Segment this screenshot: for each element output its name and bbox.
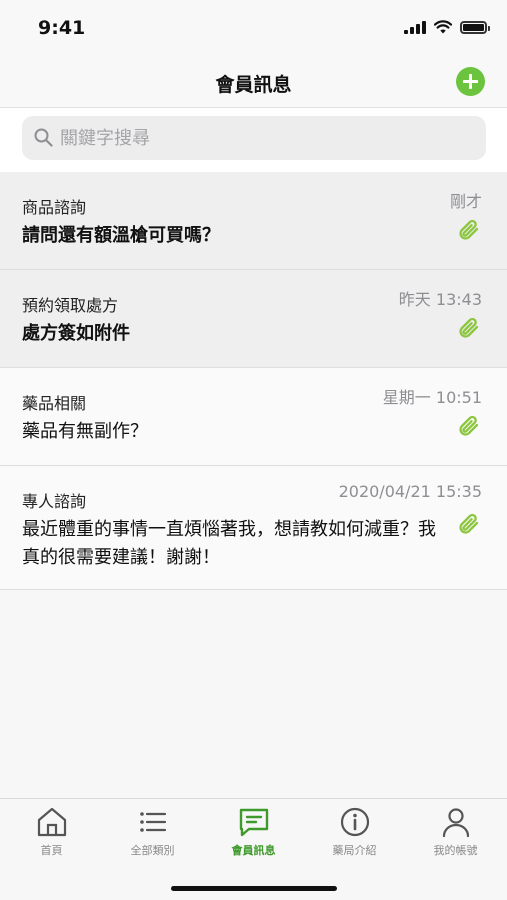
message-time: 昨天 13:43	[398, 290, 482, 309]
message-text: 處方簽如附件	[22, 323, 130, 344]
add-message-button[interactable]	[456, 67, 485, 96]
search-box[interactable]	[22, 116, 486, 160]
tab-label: 全部類別	[130, 844, 175, 857]
search-input[interactable]	[60, 116, 470, 160]
home-icon	[37, 807, 66, 837]
status-time: 9:41	[38, 17, 86, 39]
tab-label: 會員訊息	[231, 844, 276, 857]
account-icon	[442, 808, 469, 838]
message-text: 請問還有額溫槍可買嗎？	[22, 225, 220, 246]
plus-icon	[463, 74, 478, 89]
message-item[interactable]: 藥品相關 星期一 10:51 藥品有無副作？	[0, 368, 507, 466]
tab-categories[interactable]: 全部類別	[102, 805, 203, 858]
message-text: 最近體重的事情一直煩惱著我，想請教如何減重？我真的很需要建議！謝謝！	[22, 519, 436, 568]
search-icon	[34, 128, 53, 147]
nav-bar: 會員訊息	[0, 58, 507, 108]
status-icons	[404, 20, 490, 34]
wifi-icon	[434, 20, 452, 34]
message-category: 商品諮詢	[22, 198, 87, 217]
message-time: 剛才	[449, 192, 482, 211]
page-title: 會員訊息	[215, 74, 292, 96]
tab-home[interactable]: 首頁	[1, 805, 102, 858]
message-category: 專人諮詢	[22, 492, 87, 511]
battery-icon	[460, 20, 490, 34]
tab-bar: 首頁 全部類別 會員訊息 藥局介紹 我的帳號	[0, 798, 507, 900]
info-icon	[340, 807, 369, 837]
message-item[interactable]: 專人諮詢 2020/04/21 15:35 最近體重的事情一直煩惱著我，想請教如…	[0, 466, 507, 590]
message-icon	[239, 808, 268, 837]
status-bar: 9:41	[0, 0, 507, 58]
paperclip-icon	[459, 219, 479, 240]
home-indicator	[171, 886, 337, 891]
tab-label: 我的帳號	[433, 844, 478, 857]
tab-label: 藥局介紹	[332, 844, 377, 857]
paperclip-icon	[459, 317, 479, 338]
tab-messages[interactable]: 會員訊息	[203, 805, 304, 858]
tab-label: 首頁	[40, 844, 63, 857]
tab-account[interactable]: 我的帳號	[405, 805, 506, 858]
tab-pharmacy-info[interactable]: 藥局介紹	[304, 805, 405, 858]
list-icon	[139, 812, 166, 832]
message-category: 預約領取處方	[22, 296, 119, 315]
message-item[interactable]: 商品諮詢 剛才 請問還有額溫槍可買嗎？	[0, 172, 507, 270]
cellular-signal-icon	[404, 20, 426, 34]
search-section	[0, 108, 507, 172]
message-list: 商品諮詢 剛才 請問還有額溫槍可買嗎？ 預約領取處方 昨天 13:43 處方簽如…	[0, 172, 507, 590]
message-time: 星期一 10:51	[382, 388, 482, 407]
paperclip-icon	[459, 415, 479, 436]
paperclip-icon	[459, 513, 479, 534]
message-item[interactable]: 預約領取處方 昨天 13:43 處方簽如附件	[0, 270, 507, 368]
message-text: 藥品有無副作？	[22, 421, 148, 442]
message-time: 2020/04/21 15:35	[338, 482, 482, 501]
message-category: 藥品相關	[22, 394, 87, 413]
